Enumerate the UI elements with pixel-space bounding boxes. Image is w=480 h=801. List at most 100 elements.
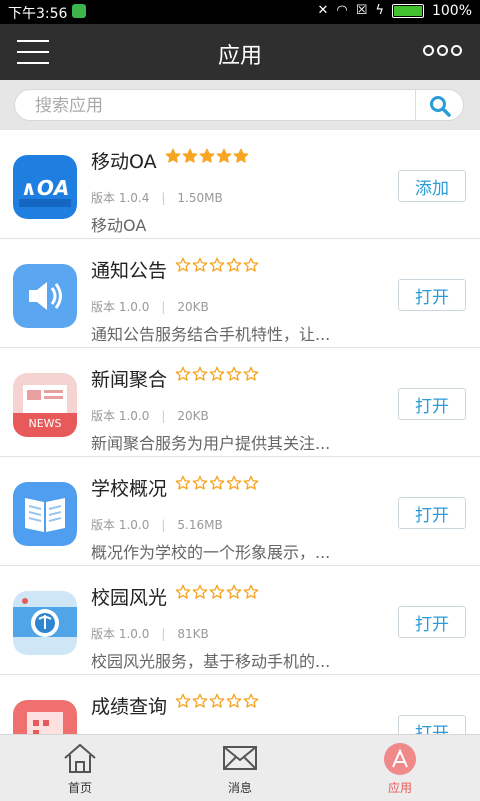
meta-separator: |	[161, 627, 166, 641]
home-icon	[64, 743, 96, 773]
star-empty-icon	[226, 475, 242, 490]
star-filled-icon	[165, 148, 181, 163]
app-meta: 版本 1.0.4 | 1.50MB	[91, 189, 223, 206]
status-time: 下午3:56	[8, 6, 68, 22]
silent-icon: ✕	[317, 3, 329, 18]
app-description: 新闻聚合服务为用户提供其关注...	[91, 434, 331, 453]
battery-percent: 100%	[431, 3, 472, 19]
app-description: 概况作为学校的一个形象展示，...	[91, 543, 331, 562]
app-size: 5.16MB	[177, 518, 223, 532]
status-bar: 下午3:56 ✕ ◠ ☒ ϟ 100%	[0, 0, 480, 24]
star-empty-icon	[243, 257, 259, 272]
app-name: 学校概况	[91, 478, 168, 500]
star-empty-icon	[226, 257, 242, 272]
star-empty-icon	[226, 366, 242, 381]
app-size: 20KB	[177, 300, 209, 314]
app-meta: 版本 1.0.0 | 20KB	[91, 407, 209, 424]
star-empty-icon	[192, 693, 208, 708]
battery-icon	[391, 4, 424, 18]
star-filled-icon	[233, 148, 249, 163]
rating-stars	[165, 148, 249, 164]
star-empty-icon	[243, 693, 259, 708]
app-version: 版本 1.0.0	[91, 300, 150, 314]
meta-separator: |	[161, 300, 166, 314]
no-sim-icon: ☒	[355, 3, 368, 18]
open-button[interactable]: 打开	[398, 388, 466, 420]
app-meta: 版本 1.0.0 | 5.16MB	[91, 516, 223, 533]
rating-stars	[175, 257, 259, 273]
svg-text:∧OA: ∧OA	[21, 176, 70, 200]
tab-label: 消息	[227, 781, 252, 795]
more-options-icon[interactable]	[423, 45, 462, 56]
rating-stars	[175, 366, 259, 382]
star-empty-icon	[209, 366, 225, 381]
app-size: 20KB	[177, 409, 209, 423]
open-button[interactable]: 打开	[398, 279, 466, 311]
page-title: 应用	[217, 44, 262, 69]
star-filled-icon	[182, 148, 198, 163]
wifi-icon: ◠	[336, 3, 348, 18]
star-empty-icon	[192, 475, 208, 490]
app-version: 版本 1.0.0	[91, 627, 150, 641]
oa-icon: ∧OA	[13, 155, 77, 219]
app-meta: 版本 1.0.0 | 20KB	[91, 298, 209, 315]
book-icon	[13, 482, 77, 546]
app-version: 版本 1.0.0	[91, 409, 150, 423]
star-empty-icon	[226, 693, 242, 708]
app-name: 成绩查询	[91, 696, 168, 718]
star-empty-icon	[192, 366, 208, 381]
mail-icon	[223, 746, 257, 770]
app-description: 移动OA	[91, 216, 147, 235]
search-box	[14, 89, 464, 121]
app-name: 校园风光	[91, 587, 168, 609]
tab-home[interactable]: 首页	[0, 735, 160, 801]
star-empty-icon	[192, 584, 208, 599]
app-name: 新闻聚合	[91, 369, 168, 391]
open-button[interactable]: 打开	[398, 606, 466, 638]
star-empty-icon	[175, 475, 191, 490]
camera-icon	[13, 591, 77, 655]
star-empty-icon	[226, 584, 242, 599]
news-icon: NEWS	[13, 373, 77, 437]
app-list-item[interactable]: 通知公告版本 1.0.0 | 20KB 通知公告服务结合手机特性，让... 打开	[0, 239, 480, 348]
star-empty-icon	[192, 257, 208, 272]
meta-separator: |	[161, 518, 166, 532]
search-area	[0, 80, 480, 130]
meta-separator: |	[161, 409, 166, 423]
tab-apps[interactable]: 应用	[320, 735, 480, 801]
notification-icon	[72, 4, 86, 18]
app-description: 通知公告服务结合手机特性，让...	[91, 325, 331, 344]
tab-messages[interactable]: 消息	[160, 735, 320, 801]
tab-label: 首页	[67, 781, 92, 795]
star-empty-icon	[209, 475, 225, 490]
star-filled-icon	[199, 148, 215, 163]
app-list-item[interactable]: ∧OA 移动OA 版本 1.0.4 | 1.50MB 移动OA 添加	[0, 130, 480, 239]
app-list-item[interactable]: 校园风光 版本 1.0.0 | 81KB 校园风光服务，基于移动手机的... 打开	[0, 566, 480, 675]
app-name: 通知公告	[91, 260, 168, 282]
charging-icon: ϟ	[375, 3, 384, 18]
bottom-tab-bar: 首页 消息 应用	[0, 734, 480, 801]
meta-separator: |	[161, 191, 166, 205]
open-button[interactable]: 打开	[398, 497, 466, 529]
app-size: 1.50MB	[177, 191, 223, 205]
star-empty-icon	[243, 475, 259, 490]
rating-stars	[175, 693, 259, 709]
star-empty-icon	[209, 257, 225, 272]
app-header: 应用	[0, 24, 480, 80]
star-filled-icon	[216, 148, 232, 163]
star-empty-icon	[209, 584, 225, 599]
app-name: 移动OA	[91, 151, 157, 173]
apps-icon	[384, 743, 416, 775]
rating-stars	[175, 475, 259, 491]
add-button[interactable]: 添加	[398, 170, 466, 202]
app-description: 校园风光服务，基于移动手机的...	[91, 652, 331, 671]
app-list-item[interactable]: NEWS 新闻聚合版本 1.0.0 | 20KB 新闻聚合服务为用户提供其关注... 打开	[0, 348, 480, 457]
search-input[interactable]	[33, 95, 407, 117]
star-empty-icon	[175, 584, 191, 599]
app-list: ∧OA 移动OA 版本 1.0.4 | 1.50MB 移动OA 添加 通知公告 版本 1.0.0…	[0, 130, 480, 784]
rating-stars	[175, 584, 259, 600]
star-empty-icon	[209, 693, 225, 708]
svg-text:NEWS: NEWS	[28, 417, 61, 430]
search-button[interactable]	[416, 90, 464, 120]
app-list-item[interactable]: 学校概况 版本 1.0.0 | 5.16MB 概况作为学校的一个形象展示，... 打开	[0, 457, 480, 566]
